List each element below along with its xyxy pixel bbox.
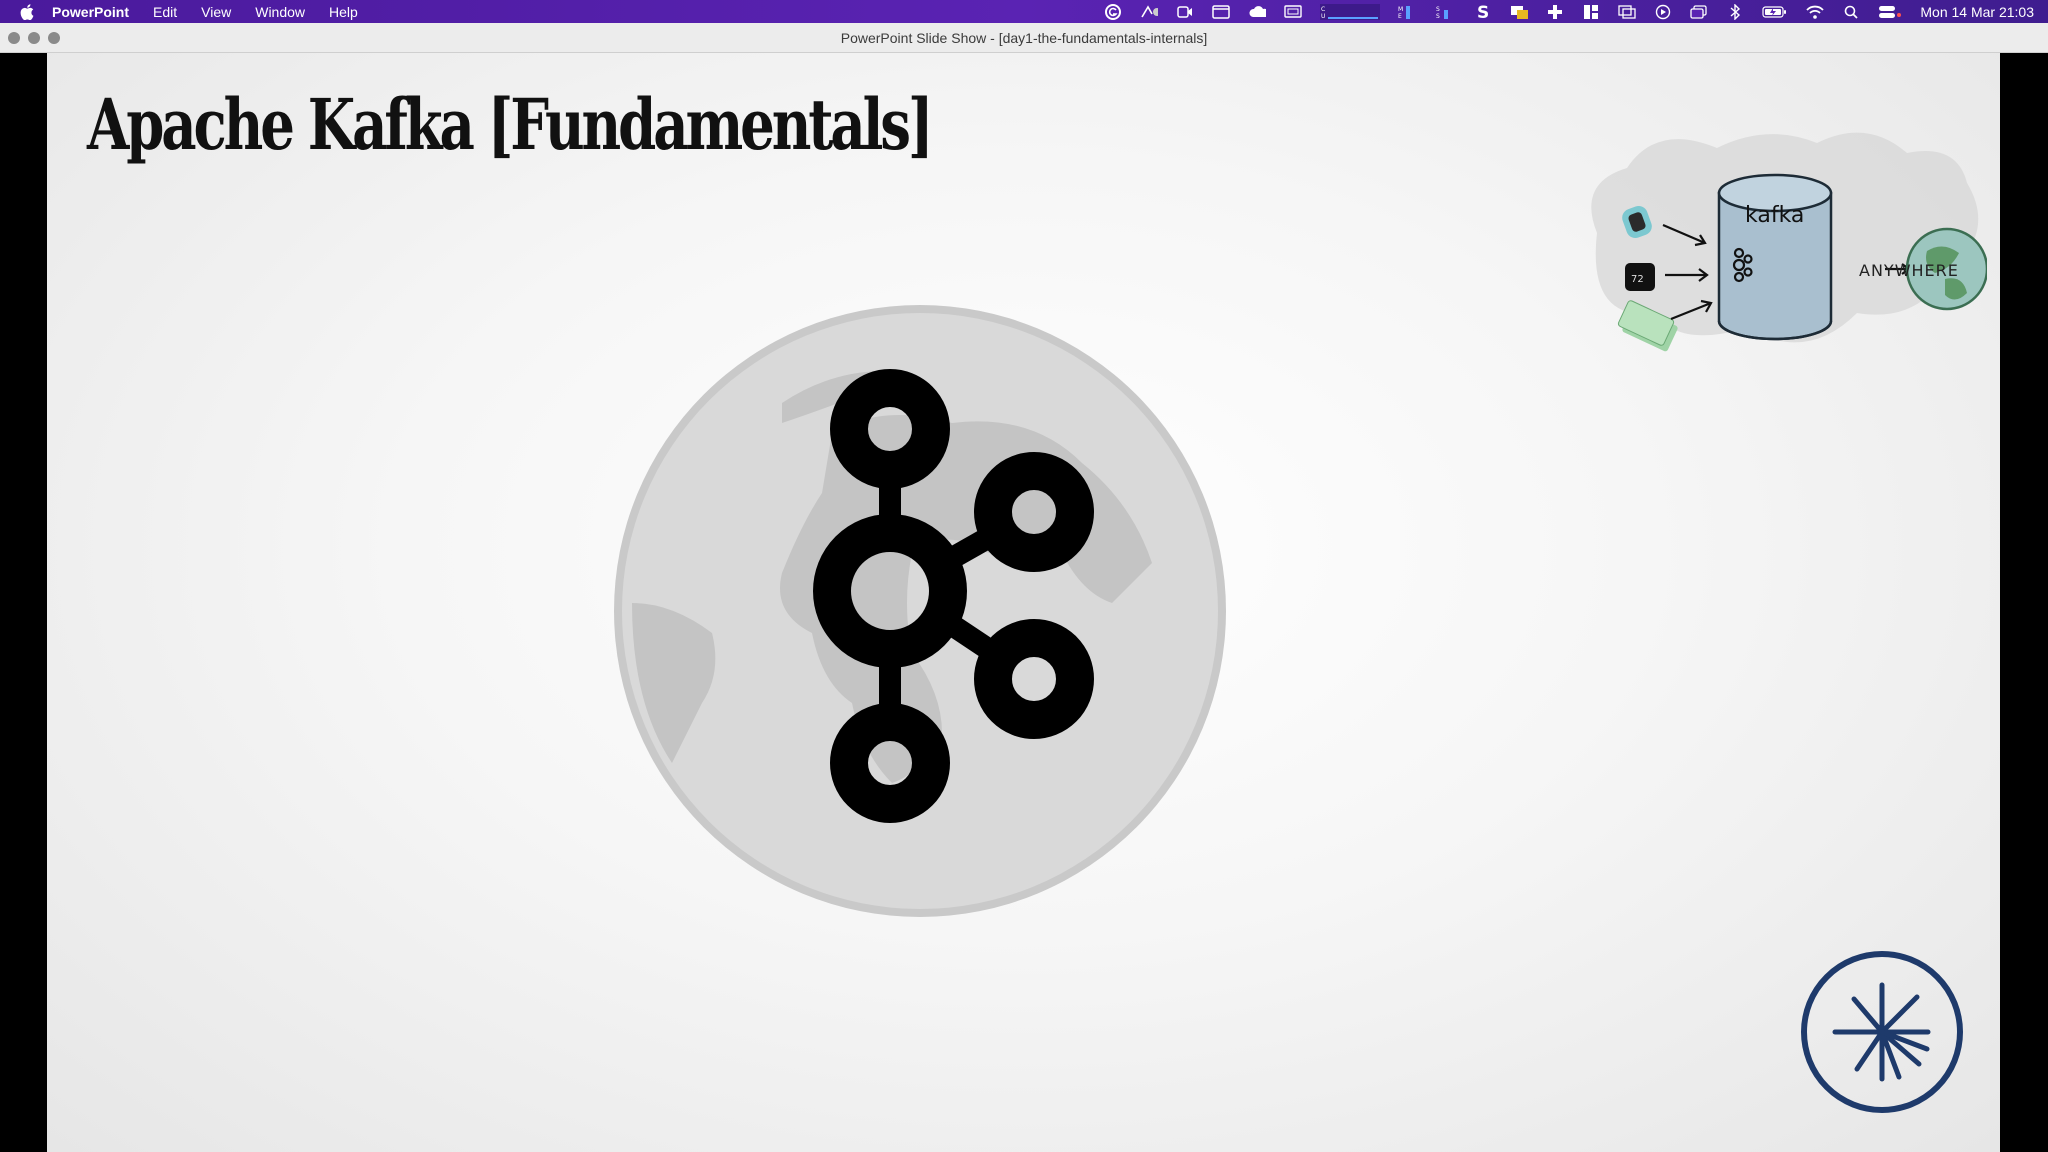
slide-title: Apache Kafka [Fundamentals]: [87, 83, 934, 166]
s-app-icon[interactable]: S: [1474, 4, 1492, 20]
stack-icon[interactable]: [1690, 4, 1708, 19]
display-icon[interactable]: [1284, 4, 1303, 19]
memory-graph-icon[interactable]: ME: [1398, 5, 1418, 20]
menu-help[interactable]: Help: [329, 4, 358, 20]
svg-text:S: S: [1436, 6, 1440, 13]
confluent-logo: [1801, 951, 1963, 1113]
status-area: CU ME SS S Mon 14 Mar 21:03: [1104, 0, 2034, 23]
menu-window[interactable]: Window: [255, 4, 305, 20]
kafka-globe-logo: [614, 305, 1226, 917]
plus-app-icon[interactable]: [1546, 4, 1564, 19]
split-view-icon[interactable]: [1582, 4, 1600, 19]
wifi-icon[interactable]: [1806, 5, 1825, 19]
window-icon[interactable]: [1212, 4, 1231, 19]
screen-mirror-icon[interactable]: [1618, 4, 1637, 19]
bluetooth-icon[interactable]: [1726, 3, 1744, 20]
grammarly-icon[interactable]: [1104, 3, 1122, 20]
play-icon[interactable]: [1654, 4, 1672, 19]
kafka-flow-diagram: 72: [1591, 132, 1987, 352]
disk-graph-icon[interactable]: SS: [1436, 5, 1456, 20]
search-icon[interactable]: [1842, 5, 1860, 19]
device-icon: 72: [1625, 263, 1655, 291]
menu-bar: PowerPoint Edit View Window Help CU ME S…: [0, 0, 2048, 23]
camera-icon[interactable]: [1176, 5, 1194, 19]
chat-icon[interactable]: [1510, 5, 1529, 19]
cpu-graph-icon[interactable]: CU: [1320, 3, 1381, 20]
menu-app-powerpoint[interactable]: PowerPoint: [52, 4, 129, 20]
window-titlebar: PowerPoint Slide Show - [day1-the-fundam…: [0, 23, 2048, 53]
screen-share-icon[interactable]: [1140, 4, 1159, 19]
cloud-icon[interactable]: [1248, 5, 1267, 19]
svg-text:U: U: [1321, 13, 1325, 20]
anywhere-label: ANYWHERE: [1859, 261, 1959, 280]
svg-text:C: C: [1321, 6, 1325, 13]
control-center-icon[interactable]: [1878, 5, 1902, 19]
apple-icon[interactable]: [18, 3, 36, 21]
kafka-cylinder-icon: [1717, 173, 1833, 341]
battery-icon[interactable]: [1762, 5, 1788, 19]
svg-text:S: S: [1477, 4, 1489, 20]
kafka-diagram-label: kafka: [1745, 203, 1805, 228]
svg-text:M: M: [1398, 6, 1403, 13]
menu-edit[interactable]: Edit: [153, 4, 177, 20]
window-title: PowerPoint Slide Show - [day1-the-fundam…: [840, 30, 1208, 46]
menu-view[interactable]: View: [201, 4, 231, 20]
slide-canvas[interactable]: Apache Kafka [Fundamentals] 72 kafka ANY…: [47, 53, 2000, 1152]
svg-text:72: 72: [1631, 274, 1644, 285]
menubar-clock[interactable]: Mon 14 Mar 21:03: [1920, 4, 2034, 20]
svg-text:E: E: [1398, 13, 1402, 20]
svg-text:S: S: [1436, 13, 1440, 20]
